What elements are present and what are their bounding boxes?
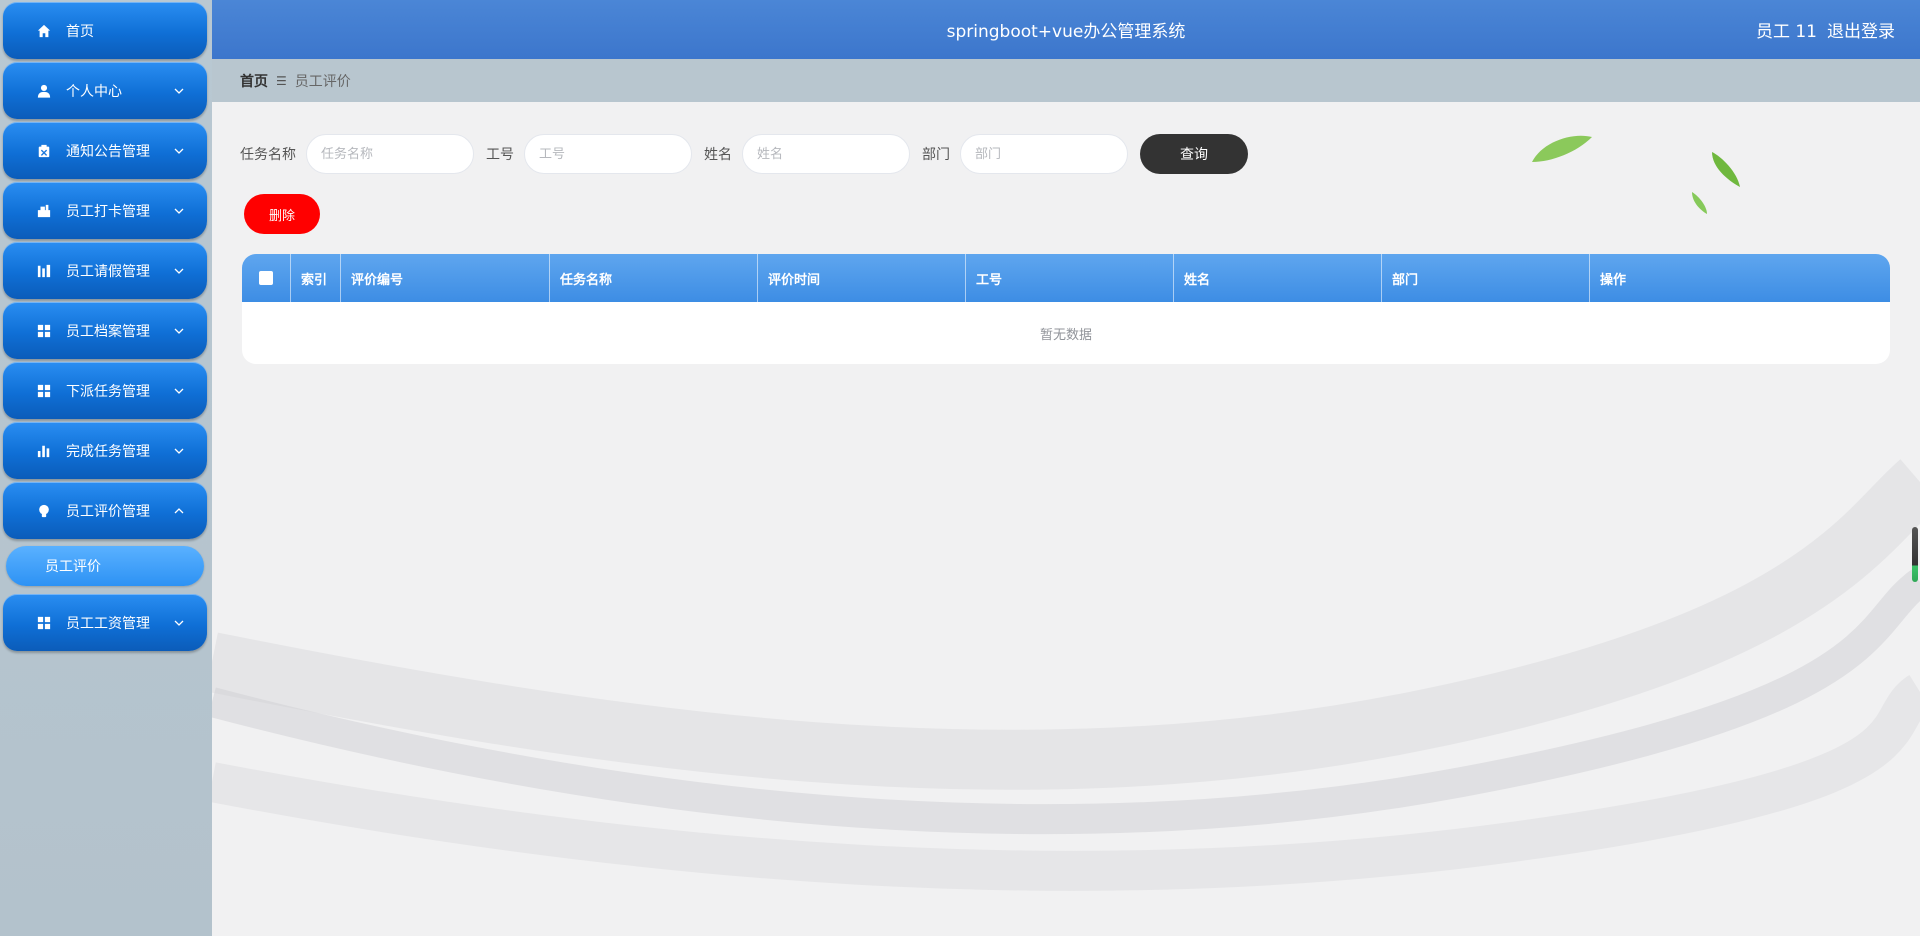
sidebar-item-label: 通知公告管理	[66, 143, 150, 160]
chevron-down-icon	[174, 448, 184, 454]
chevron-down-icon	[174, 620, 184, 626]
chevron-down-icon	[174, 208, 184, 214]
breadcrumb: 首页 ☰ 员工评价	[212, 59, 1920, 102]
chevron-down-icon	[174, 268, 184, 274]
sidebar-item-label: 员工打卡管理	[66, 203, 150, 220]
grid-icon	[36, 323, 52, 339]
column-header-index: 索引	[291, 254, 341, 302]
sidebar-item-label: 员工评价管理	[66, 503, 150, 520]
background-decoration	[212, 135, 1920, 891]
column-header-operation: 操作	[1600, 272, 1627, 288]
breadcrumb-current: 员工评价	[294, 73, 351, 90]
submenu-item-label: 员工评价	[45, 559, 101, 575]
search-label-task: 任务名称	[240, 147, 296, 163]
column-header-employee-id: 工号	[966, 254, 1174, 302]
department-input[interactable]	[960, 134, 1128, 174]
user-icon	[36, 83, 52, 99]
sidebar-item-label: 员工档案管理	[66, 323, 150, 340]
grid-icon	[36, 383, 52, 399]
column-header-evaluation-time: 评价时间	[758, 254, 966, 302]
sidebar-item-punch[interactable]: 员工打卡管理	[3, 182, 207, 239]
select-all-checkbox[interactable]	[259, 271, 273, 285]
search-label-employee-id: 工号	[486, 147, 514, 163]
search-label-name: 姓名	[704, 147, 732, 163]
sidebar-item-evaluation[interactable]: 员工评价管理	[3, 482, 207, 539]
search-label-department: 部门	[922, 147, 950, 163]
sidebar-item-home[interactable]: 首页	[3, 2, 207, 59]
chevron-up-icon	[174, 507, 184, 513]
sidebar-item-label: 完成任务管理	[66, 443, 150, 460]
column-header-task-name: 任务名称	[550, 254, 758, 302]
task-name-input[interactable]	[306, 134, 474, 174]
chevron-down-icon	[174, 148, 184, 154]
sidebar-item-label: 个人中心	[66, 83, 122, 100]
punch-icon	[36, 203, 52, 219]
delete-button[interactable]: 删除	[244, 194, 320, 234]
sidebar: 首页 个人中心 通知公告管理 员工打卡管理 员工请假管理 员工档案管理 下派任务…	[0, 0, 212, 936]
name-input[interactable]	[742, 134, 910, 174]
column-header-name: 姓名	[1174, 254, 1382, 302]
search-bar: 任务名称 工号 姓名 部门 查询	[240, 134, 1248, 174]
sidebar-item-complete-task[interactable]: 完成任务管理	[3, 422, 207, 479]
chevron-down-icon	[174, 328, 184, 334]
scroll-indicator[interactable]	[1912, 527, 1918, 582]
breadcrumb-separator-icon: ☰	[276, 73, 287, 88]
query-button[interactable]: 查询	[1140, 134, 1248, 174]
bar-chart-icon	[36, 443, 52, 459]
bulb-icon	[36, 503, 52, 519]
sidebar-item-notice[interactable]: 通知公告管理	[3, 122, 207, 179]
column-header-department: 部门	[1382, 254, 1590, 302]
submenu-item-evaluation[interactable]: 员工评价	[6, 546, 204, 586]
home-icon	[36, 23, 52, 39]
chevron-down-icon	[174, 388, 184, 394]
user-name: 员工 11	[1755, 22, 1817, 42]
sidebar-item-personal-center[interactable]: 个人中心	[3, 62, 207, 119]
user-area: 员工 11 退出登录	[1746, 0, 1895, 59]
sidebar-item-leave[interactable]: 员工请假管理	[3, 242, 207, 299]
sidebar-item-salary[interactable]: 员工工资管理	[3, 594, 207, 651]
sidebar-item-label: 首页	[66, 23, 94, 40]
leave-icon	[36, 263, 52, 279]
chevron-down-icon	[174, 88, 184, 94]
employee-id-input[interactable]	[524, 134, 692, 174]
sidebar-item-label: 下派任务管理	[66, 383, 150, 400]
top-header: springboot+vue办公管理系统 员工 11 退出登录	[212, 0, 1920, 59]
main-content: 任务名称 工号 姓名 部门 查询 删除 索引 评价编号 任务名称 评价时间 工号…	[212, 102, 1920, 936]
grid-icon	[36, 615, 52, 631]
logout-link[interactable]: 退出登录	[1827, 17, 1895, 42]
sidebar-item-assign-task[interactable]: 下派任务管理	[3, 362, 207, 419]
evaluation-table: 索引 评价编号 任务名称 评价时间 工号 姓名 部门 操作 暂无数据	[242, 254, 1890, 364]
select-all-cell	[242, 254, 291, 302]
breadcrumb-home[interactable]: 首页	[240, 71, 268, 91]
sidebar-item-label: 员工工资管理	[66, 615, 150, 632]
sidebar-item-archive[interactable]: 员工档案管理	[3, 302, 207, 359]
table-empty-text: 暂无数据	[1039, 327, 1092, 343]
app-title: springboot+vue办公管理系统	[946, 22, 1186, 42]
column-header-evaluation-no: 评价编号	[341, 254, 550, 302]
sidebar-item-label: 员工请假管理	[66, 263, 150, 280]
notice-icon	[36, 143, 52, 159]
table-header: 索引 评价编号 任务名称 评价时间 工号 姓名 部门 操作	[242, 254, 1890, 302]
